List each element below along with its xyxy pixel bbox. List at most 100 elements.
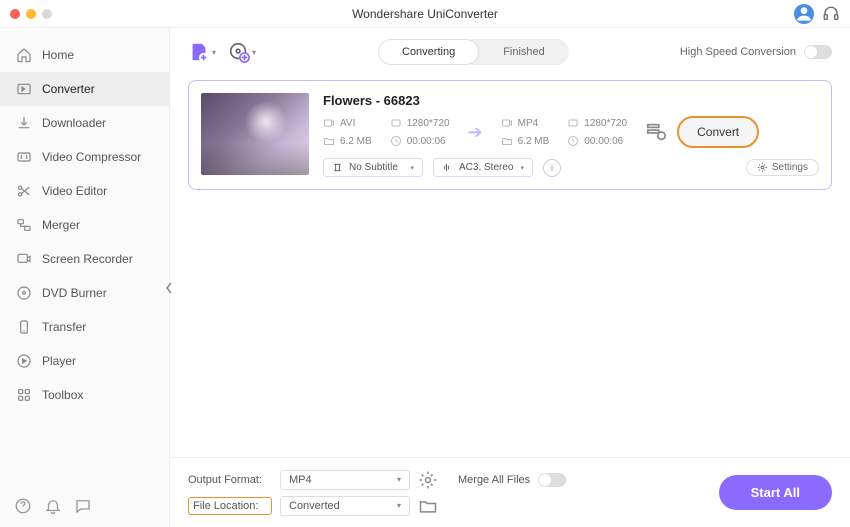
subtitle-value: No Subtitle — [349, 162, 398, 173]
chat-icon — [74, 497, 92, 515]
player-icon — [16, 353, 32, 369]
settings-label: Settings — [772, 162, 808, 173]
disc-plus-icon — [228, 38, 250, 66]
window-controls — [10, 9, 52, 19]
clock-icon — [390, 135, 402, 147]
footer: Output Format: MP4 ▾ Merge All Files Fil… — [170, 457, 850, 527]
folder-icon — [323, 135, 335, 147]
help-button[interactable] — [14, 497, 32, 515]
high-speed-conversion-group: High Speed Conversion — [680, 45, 832, 59]
sidebar-item-label: Player — [42, 354, 76, 368]
file-location-dropdown[interactable]: Converted ▾ — [280, 496, 410, 516]
sidebar-item-converter[interactable]: Converter — [0, 72, 169, 106]
minimize-window-button[interactable] — [26, 9, 36, 19]
file-location-value: Converted — [289, 500, 340, 512]
sidebar-item-transfer[interactable]: Transfer — [0, 310, 169, 344]
add-file-button[interactable]: ▾ — [188, 38, 216, 66]
user-avatar[interactable] — [794, 4, 814, 24]
resolution-icon — [567, 117, 579, 129]
merge-toggle[interactable] — [538, 473, 566, 487]
sidebar-collapse-button[interactable] — [163, 278, 175, 298]
sidebar-item-label: Video Editor — [42, 184, 107, 198]
dvd-icon — [16, 285, 32, 301]
sidebar-item-player[interactable]: Player — [0, 344, 169, 378]
status-tabs: Converting Finished — [378, 39, 569, 65]
close-window-button[interactable] — [10, 9, 20, 19]
sidebar-item-recorder[interactable]: Screen Recorder — [0, 242, 169, 276]
recorder-icon — [16, 251, 32, 267]
subtitle-icon — [332, 162, 343, 173]
sidebar-item-label: Home — [42, 48, 74, 62]
compressor-icon — [16, 149, 32, 165]
audio-value: AC3, Stereo — [459, 162, 513, 173]
sidebar-item-label: Screen Recorder — [42, 252, 133, 266]
output-settings-button[interactable] — [418, 470, 438, 490]
file-location-label: File Location: — [188, 497, 272, 515]
merger-icon — [16, 217, 32, 233]
output-format-value: MP4 — [289, 474, 312, 486]
sidebar-item-editor[interactable]: Video Editor — [0, 174, 169, 208]
sidebar-item-label: Transfer — [42, 320, 86, 334]
sidebar-item-label: Video Compressor — [42, 150, 141, 164]
bell-icon — [44, 497, 62, 515]
gear-icon — [418, 470, 438, 490]
video-thumbnail[interactable] — [201, 93, 309, 175]
support-button[interactable] — [822, 5, 840, 23]
chevron-down-icon: ▾ — [252, 48, 256, 57]
titlebar: Wondershare UniConverter — [0, 0, 850, 28]
merge-label: Merge All Files — [458, 474, 530, 486]
file-options-button[interactable] — [645, 121, 667, 143]
convert-button[interactable]: Convert — [677, 116, 759, 148]
tab-converting[interactable]: Converting — [378, 39, 479, 65]
file-card[interactable]: Flowers - 66823 AVI 6.2 MB 1280*720 00:0… — [188, 80, 832, 190]
subtitle-dropdown[interactable]: No Subtitle ▾ — [323, 158, 423, 177]
add-file-icon — [188, 38, 210, 66]
chevron-down-icon: ▾ — [410, 164, 414, 172]
sidebar-item-toolbox[interactable]: Toolbox — [0, 378, 169, 412]
add-disc-button[interactable]: ▾ — [228, 38, 256, 66]
tab-finished[interactable]: Finished — [479, 39, 569, 65]
scissors-icon — [16, 183, 32, 199]
audio-dropdown[interactable]: AC3, Stereo ▾ — [433, 158, 533, 177]
feedback-button[interactable] — [74, 497, 92, 515]
app-title: Wondershare UniConverter — [352, 7, 498, 21]
chevron-down-icon: ▾ — [397, 475, 401, 484]
open-folder-button[interactable] — [418, 496, 438, 516]
maximize-window-button[interactable] — [42, 9, 52, 19]
sidebar-item-home[interactable]: Home — [0, 38, 169, 72]
help-icon — [14, 497, 32, 515]
transfer-icon — [16, 319, 32, 335]
sidebar-item-label: Downloader — [42, 116, 106, 130]
sidebar-item-compressor[interactable]: Video Compressor — [0, 140, 169, 174]
video-icon — [501, 117, 513, 129]
notifications-button[interactable] — [44, 497, 62, 515]
output-format-dropdown[interactable]: MP4 ▾ — [280, 470, 410, 490]
home-icon — [16, 47, 32, 63]
audio-icon — [442, 162, 453, 173]
output-format-label: Output Format: — [188, 474, 272, 486]
download-icon — [16, 115, 32, 131]
sidebar-item-dvd[interactable]: DVD Burner — [0, 276, 169, 310]
start-all-button[interactable]: Start All — [719, 475, 832, 510]
person-icon — [794, 4, 814, 24]
clock-icon — [567, 135, 579, 147]
gear-icon — [757, 162, 768, 173]
file-title: Flowers - 66823 — [323, 93, 819, 108]
target-size: 6.2 MB — [518, 136, 550, 147]
source-resolution: 1280*720 — [407, 118, 450, 129]
file-info: Flowers - 66823 AVI 6.2 MB 1280*720 00:0… — [323, 93, 819, 177]
source-size: 6.2 MB — [340, 136, 372, 147]
hsc-toggle[interactable] — [804, 45, 832, 59]
target-duration: 00:00:06 — [584, 136, 623, 147]
chevron-down-icon: ▾ — [212, 48, 216, 57]
chevron-down-icon: ▾ — [397, 501, 401, 510]
sidebar-item-downloader[interactable]: Downloader — [0, 106, 169, 140]
resolution-icon — [390, 117, 402, 129]
sidebar-item-label: Converter — [42, 82, 95, 96]
info-button[interactable]: i — [543, 159, 561, 177]
sidebar-item-merger[interactable]: Merger — [0, 208, 169, 242]
file-list: Flowers - 66823 AVI 6.2 MB 1280*720 00:0… — [170, 76, 850, 457]
settings-button[interactable]: Settings — [746, 159, 819, 176]
source-format: AVI — [340, 118, 355, 129]
folder-icon — [501, 135, 513, 147]
